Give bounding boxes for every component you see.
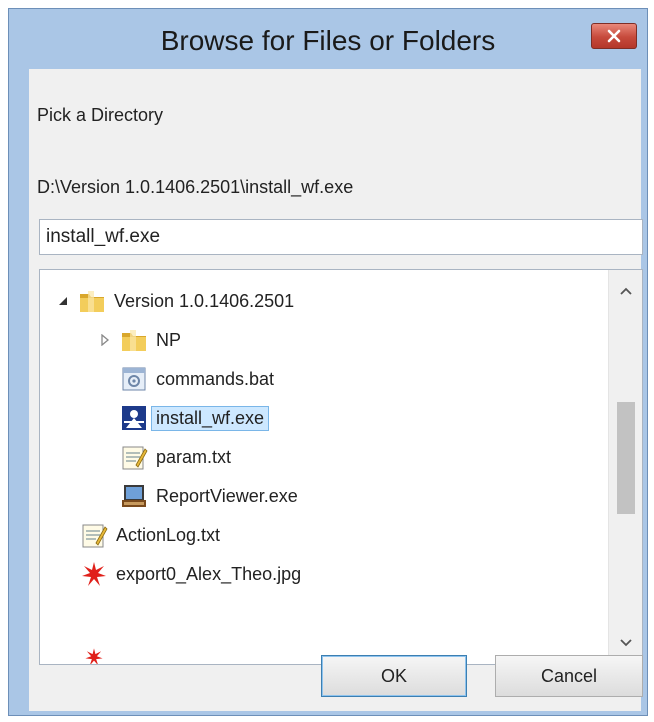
tree-item-label: commands.bat <box>156 368 275 389</box>
tree-item-label: NP <box>156 329 182 350</box>
image-file-icon <box>85 648 103 664</box>
image-file-icon <box>82 562 106 586</box>
tree-item-np-folder[interactable]: NP <box>98 323 181 357</box>
tree-item-export-jpg[interactable]: export0_Alex_Theo.jpg <box>80 557 301 591</box>
tree-item-version-folder[interactable]: Version 1.0.1406.2501 <box>56 284 294 318</box>
tree-item-param-txt[interactable]: param.txt <box>120 440 231 474</box>
cancel-button[interactable]: Cancel <box>495 655 643 697</box>
expanded-arrow-icon[interactable] <box>56 294 70 308</box>
collapsed-arrow-icon[interactable] <box>98 333 112 347</box>
close-icon <box>607 29 621 43</box>
chevron-up-icon <box>620 287 632 295</box>
dialog-body: Pick a Directory D:\Version 1.0.1406.250… <box>29 69 643 711</box>
prompt-label: Pick a Directory <box>37 105 164 125</box>
current-path-label: D:\Version 1.0.1406.2501\install_wf.exe <box>37 177 354 197</box>
text-file-icon <box>82 524 108 548</box>
dialog-window: Browse for Files or Folders Pick a Direc… <box>8 8 648 716</box>
tree-item-label: ActionLog.txt <box>116 524 221 545</box>
folder-tree[interactable]: Version 1.0.1406.2501 NP commands.bat in… <box>39 269 643 665</box>
ok-button[interactable]: OK <box>321 655 467 697</box>
tree-item-label: param.txt <box>156 446 232 467</box>
name-input[interactable] <box>39 219 643 255</box>
tree-item-label: Version 1.0.1406.2501 <box>114 290 295 311</box>
folder-icon <box>80 291 104 312</box>
tree-item-reportviewer-exe[interactable]: ReportViewer.exe <box>120 479 298 513</box>
close-button[interactable] <box>591 23 637 49</box>
scroll-up-button[interactable] <box>609 274 642 308</box>
executable-icon <box>122 406 146 430</box>
batch-file-icon <box>122 367 146 391</box>
executable-icon <box>122 485 146 507</box>
tree-item-partial <box>80 647 116 664</box>
tree-item-commands-bat[interactable]: commands.bat <box>120 362 274 396</box>
vertical-scrollbar[interactable] <box>608 270 642 664</box>
scroll-thumb[interactable] <box>617 402 635 514</box>
folder-icon <box>122 330 146 351</box>
tree-item-label: install_wf.exe <box>151 405 270 431</box>
tree-item-label: ReportViewer.exe <box>156 485 298 506</box>
tree-item-install-wf-exe[interactable]: install_wf.exe <box>120 401 270 435</box>
tree-item-label: export0_Alex_Theo.jpg <box>116 563 302 584</box>
dialog-title: Browse for Files or Folders <box>160 25 496 56</box>
tree-item-actionlog-txt[interactable]: ActionLog.txt <box>80 518 220 552</box>
text-file-icon <box>122 446 148 470</box>
title-bar[interactable]: Browse for Files or Folders <box>9 9 647 69</box>
chevron-down-icon <box>620 639 632 647</box>
